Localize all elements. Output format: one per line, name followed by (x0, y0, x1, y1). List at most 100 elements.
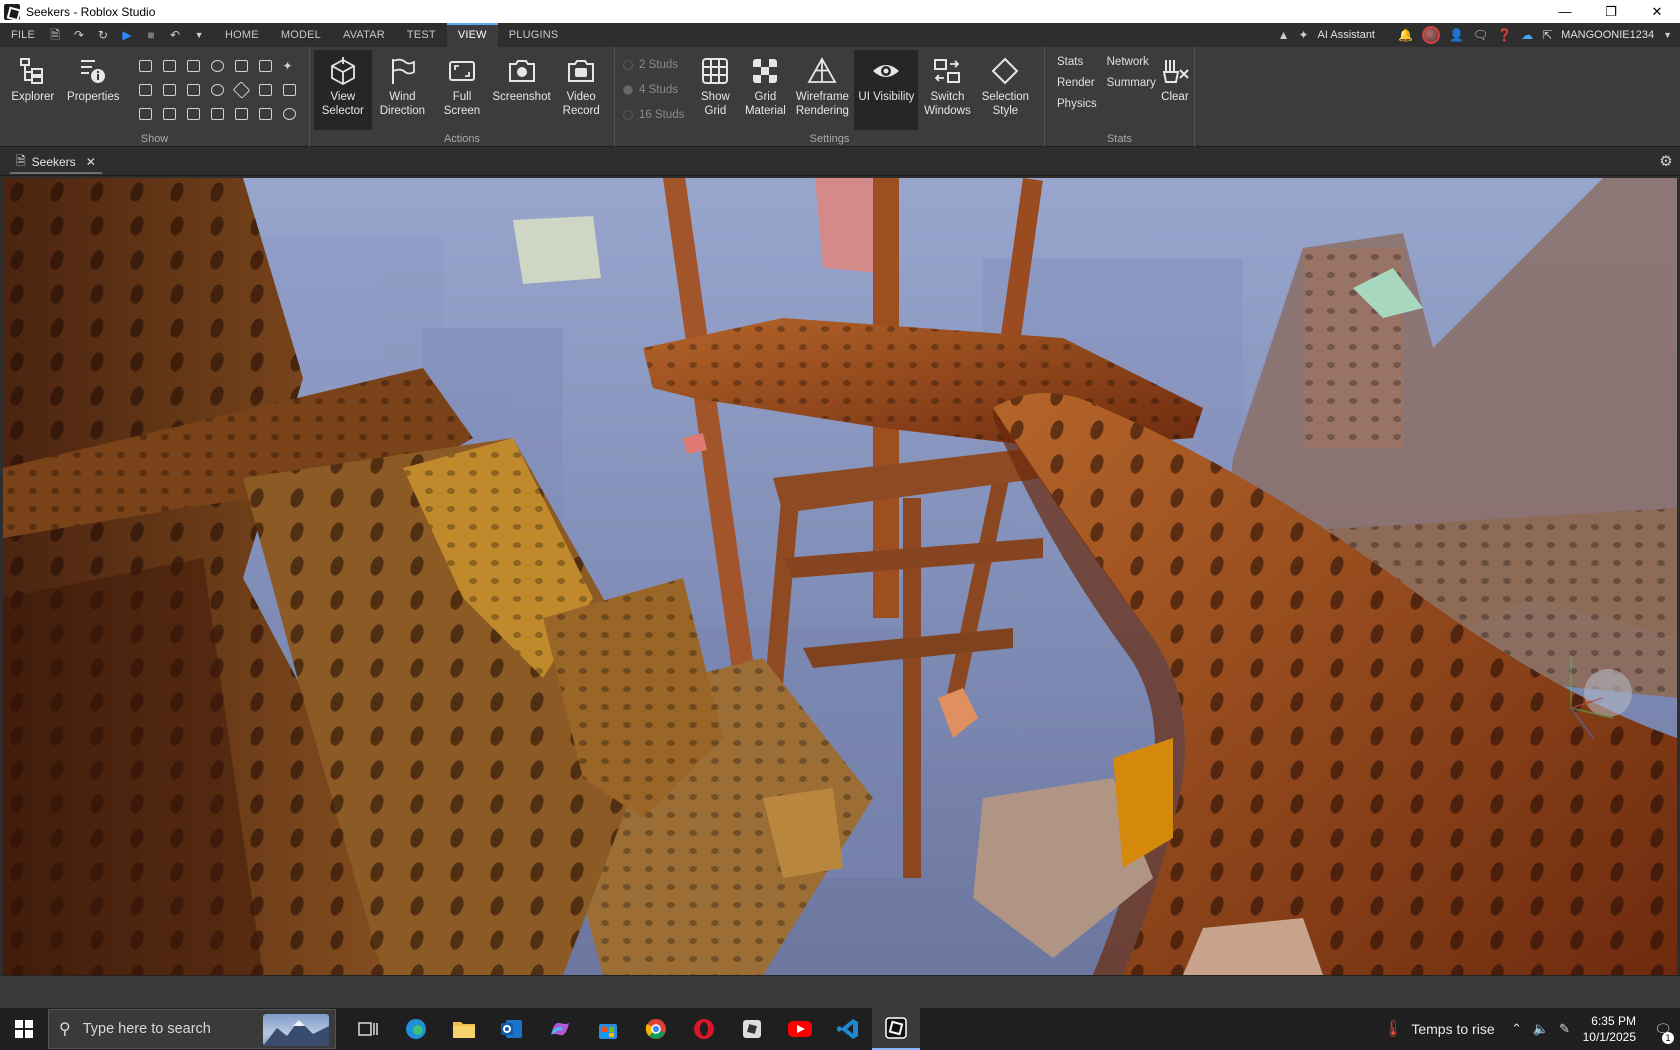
chat-panel-icon[interactable] (277, 78, 301, 102)
3d-viewport[interactable] (3, 178, 1677, 975)
restore-button[interactable]: ❐ (1588, 0, 1634, 23)
toolbox-icon[interactable] (133, 54, 157, 78)
ui-visibility-button[interactable]: UI Visibility (854, 50, 919, 130)
scene-render[interactable] (3, 178, 1677, 975)
edge-icon[interactable] (392, 1008, 440, 1050)
find-results-icon[interactable] (181, 78, 205, 102)
video-record-button[interactable]: Video Record (552, 50, 610, 130)
close-button[interactable]: ✕ (1634, 0, 1680, 23)
tab-plugins[interactable]: PLUGINS (498, 23, 570, 47)
document-tab-seekers[interactable]: 🗎 Seekers ✕ (10, 152, 102, 174)
command-line-icon[interactable] (157, 102, 181, 126)
render-toggle[interactable]: Render (1057, 77, 1097, 89)
output-icon[interactable] (157, 78, 181, 102)
explorer-button[interactable]: Explorer (4, 50, 62, 130)
grid-material-button[interactable]: Grid Material (740, 50, 790, 130)
tab-file[interactable]: FILE (0, 23, 46, 47)
tag-icon[interactable] (229, 78, 253, 102)
notification-center-icon[interactable]: 🗨 1 (1646, 1008, 1680, 1050)
team-create-icon[interactable] (133, 102, 157, 126)
clear-stats-button[interactable]: Clear (1160, 50, 1190, 130)
undo-icon[interactable]: ↶ (168, 28, 182, 42)
task-view-icon[interactable] (344, 1008, 392, 1050)
tab-model[interactable]: MODEL (270, 23, 332, 47)
device-emulator-icon[interactable] (253, 102, 277, 126)
file-explorer-icon[interactable] (440, 1008, 488, 1050)
properties-button[interactable]: Properties (62, 50, 125, 130)
localization-icon[interactable] (205, 102, 229, 126)
weather-widget[interactable]: 🌡 Temps to rise (1373, 1019, 1505, 1039)
grid-2-studs-option[interactable]: 2 Studs (623, 56, 684, 74)
radio-4-studs[interactable] (623, 85, 633, 95)
micro-profiler-icon[interactable] (181, 102, 205, 126)
assistant-sparkle-icon[interactable]: ✦ (277, 54, 301, 78)
screenshot-button[interactable]: Screenshot (491, 50, 553, 130)
roblox-studio-taskbar-icon[interactable] (872, 1008, 920, 1050)
copilot-icon[interactable] (536, 1008, 584, 1050)
radio-16-studs[interactable] (623, 110, 633, 120)
chevron-up-icon[interactable]: ⌃ (1505, 1021, 1529, 1037)
ai-assistant-button[interactable]: AI Assistant (1318, 29, 1375, 41)
properties-icon (78, 56, 108, 86)
minimize-button[interactable]: — (1542, 0, 1588, 23)
grid-4-studs-option[interactable]: 4 Studs (623, 81, 684, 99)
summary-toggle[interactable]: Summary (1107, 77, 1156, 89)
collapse-ribbon-icon[interactable]: ▲ (1278, 28, 1290, 42)
notification-bell-icon[interactable]: 🔔 (1398, 28, 1413, 42)
taskbar-search[interactable]: ⚲ Type here to search (48, 1009, 336, 1049)
network-toggle[interactable]: Network (1107, 56, 1156, 68)
add-friend-icon[interactable]: 👤 (1449, 28, 1464, 42)
account-dropdown-icon[interactable]: ▼ (1663, 30, 1672, 40)
gear-icon[interactable]: ⚙ (1658, 154, 1674, 170)
tab-avatar[interactable]: AVATAR (332, 23, 396, 47)
start-button[interactable] (0, 1008, 48, 1050)
username[interactable]: MANGOONIE1234 (1561, 29, 1654, 41)
building-icon[interactable] (229, 102, 253, 126)
physics-toggle[interactable]: Physics (1057, 98, 1097, 110)
roblox-player-icon[interactable] (728, 1008, 776, 1050)
youtube-icon[interactable] (776, 1008, 824, 1050)
cloud-icon[interactable]: ☁ (1521, 28, 1533, 42)
play-icon[interactable]: ▶ (120, 28, 134, 42)
history-icon[interactable] (277, 102, 301, 126)
tab-test[interactable]: TEST (396, 23, 447, 47)
wireframe-rendering-button[interactable]: Wireframe Rendering (790, 50, 854, 130)
avatar[interactable] (1421, 26, 1440, 44)
animation-icon[interactable] (229, 54, 253, 78)
settings-icon[interactable] (205, 78, 229, 102)
redo-icon[interactable]: ↻ (96, 28, 110, 42)
show-grid-button[interactable]: Show Grid (690, 50, 740, 130)
asset-manager-icon[interactable] (157, 54, 181, 78)
tab-home[interactable]: HOME (214, 23, 270, 47)
vscode-icon[interactable] (824, 1008, 872, 1050)
close-tab-icon[interactable]: ✕ (86, 155, 96, 169)
script-analysis-icon[interactable] (133, 78, 157, 102)
clock[interactable]: 6:35 PM 10/1/2025 (1577, 1013, 1646, 1045)
tag-editor-icon[interactable] (205, 54, 229, 78)
wind-direction-button[interactable]: Wind Direction (372, 50, 434, 130)
outlook-icon[interactable] (488, 1008, 536, 1050)
volume-icon[interactable]: 🔈 (1529, 1021, 1553, 1037)
opera-icon[interactable] (680, 1008, 728, 1050)
microsoft-store-icon[interactable] (584, 1008, 632, 1050)
selection-style-button[interactable]: Selection Style (976, 50, 1034, 130)
chat-icon[interactable]: 🗨 (1473, 28, 1488, 42)
game-settings-icon[interactable] (253, 78, 277, 102)
view-selector-button[interactable]: View Selector (314, 50, 372, 130)
terrain-editor-icon[interactable] (181, 54, 205, 78)
help-icon[interactable]: ❓ (1497, 28, 1512, 42)
stop-icon[interactable]: ■ (144, 28, 158, 42)
grid-16-studs-option[interactable]: 16 Studs (623, 106, 684, 124)
pen-icon[interactable]: ✎ (1553, 1021, 1577, 1037)
full-screen-button[interactable]: Full Screen (433, 50, 491, 130)
customize-dropdown-icon[interactable]: ▼ (192, 28, 206, 42)
tab-view[interactable]: VIEW (446, 23, 498, 47)
publish-icon[interactable]: ↷ (72, 28, 86, 42)
new-file-icon[interactable]: 🗎 (48, 28, 62, 42)
command-bar-icon[interactable] (253, 54, 277, 78)
chrome-icon[interactable] (632, 1008, 680, 1050)
radio-2-studs[interactable] (623, 60, 633, 70)
switch-windows-button[interactable]: Switch Windows (918, 50, 976, 130)
stats-toggle[interactable]: Stats (1057, 56, 1097, 68)
share-icon[interactable]: ⇱ (1542, 28, 1552, 42)
